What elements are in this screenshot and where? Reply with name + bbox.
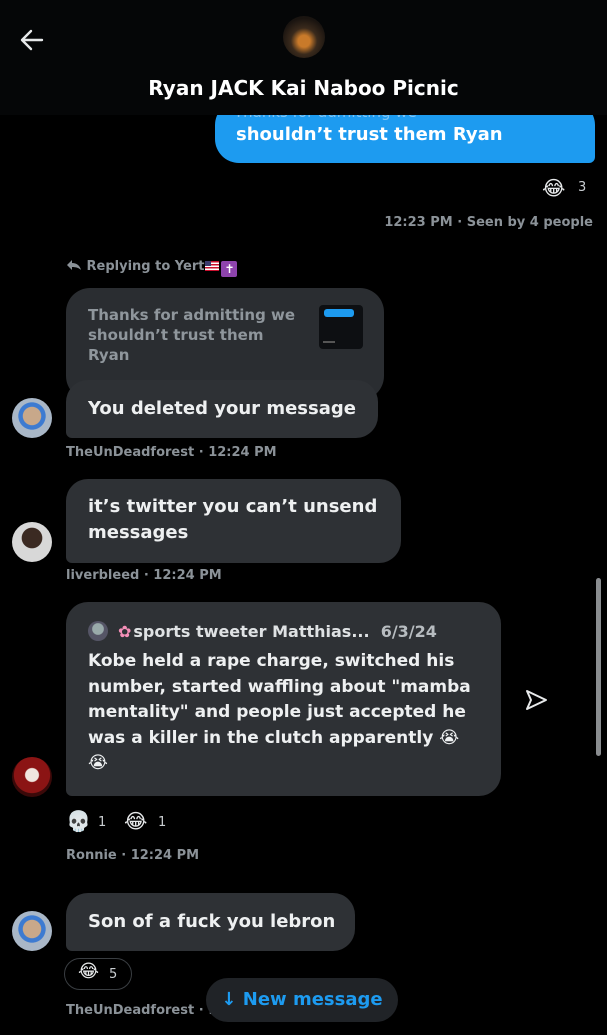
message-text: You deleted your message [88, 398, 356, 419]
avatar[interactable] [12, 522, 52, 562]
conversation-title[interactable]: Ryan JACK Kai Naboo Picnic [0, 76, 607, 100]
skull-reaction-icon[interactable]: 💀 [66, 809, 91, 833]
tweet-date: 6/3/24 [380, 622, 437, 641]
message-text: it’s twitter you can’t unsend messages [88, 496, 378, 543]
sent-message-text: shouldn’t trust them Ryan [236, 124, 503, 145]
avatar[interactable] [12, 398, 52, 438]
reply-arrow-icon [67, 260, 81, 270]
tweet-author-avatar [88, 621, 108, 641]
message-meta: liverbleed · 12:24 PM [66, 568, 222, 583]
flower-icon: ✿ [118, 622, 132, 641]
message-meta: Ronnie · 12:24 PM [66, 848, 200, 863]
chat-header: Ryan JACK Kai Naboo Picnic [0, 0, 607, 115]
quoted-message-text: Thanks for admitting we shouldn’t trust … [88, 306, 296, 364]
tweet-text: Kobe held a rape charge, switched his nu… [88, 651, 471, 773]
message-text: Son of a fuck you lebron [88, 911, 336, 932]
us-flag-icon [205, 261, 220, 271]
reaction-count: 5 [109, 967, 118, 982]
seen-status: 12:23 PM · Seen by 4 people [384, 215, 593, 230]
cross-badge: ✝ [221, 261, 238, 277]
tweet-author-line: ✿ sports tweeter Matthias... 6/3/24 [88, 621, 437, 641]
avatar[interactable] [12, 911, 52, 951]
scrollbar[interactable] [596, 578, 601, 756]
new-message-button[interactable]: ↓ New message [206, 978, 398, 1022]
avatar[interactable] [12, 757, 52, 797]
back-arrow-icon[interactable] [18, 26, 54, 58]
message-meta: TheUnDeadforest · 12:24 PM [66, 445, 277, 460]
reaction-count: 3 [578, 180, 587, 195]
laughing-reaction-icon: 😂 [78, 961, 100, 982]
quoted-image-thumbnail[interactable] [319, 305, 363, 349]
tweet-author-name: sports tweeter Matthias... [133, 622, 370, 641]
laughing-reaction-icon[interactable]: 😂 [124, 809, 147, 833]
reaction-count: 1 [98, 815, 107, 830]
group-avatar[interactable] [283, 16, 325, 58]
reaction-count: 1 [158, 815, 167, 830]
share-send-icon[interactable] [522, 686, 552, 714]
laughing-reaction-icon[interactable]: 😂 [542, 176, 565, 200]
replying-to-text: Replying to Yert [86, 259, 205, 274]
replying-to-label: Replying to Yert ✝ [66, 259, 238, 277]
